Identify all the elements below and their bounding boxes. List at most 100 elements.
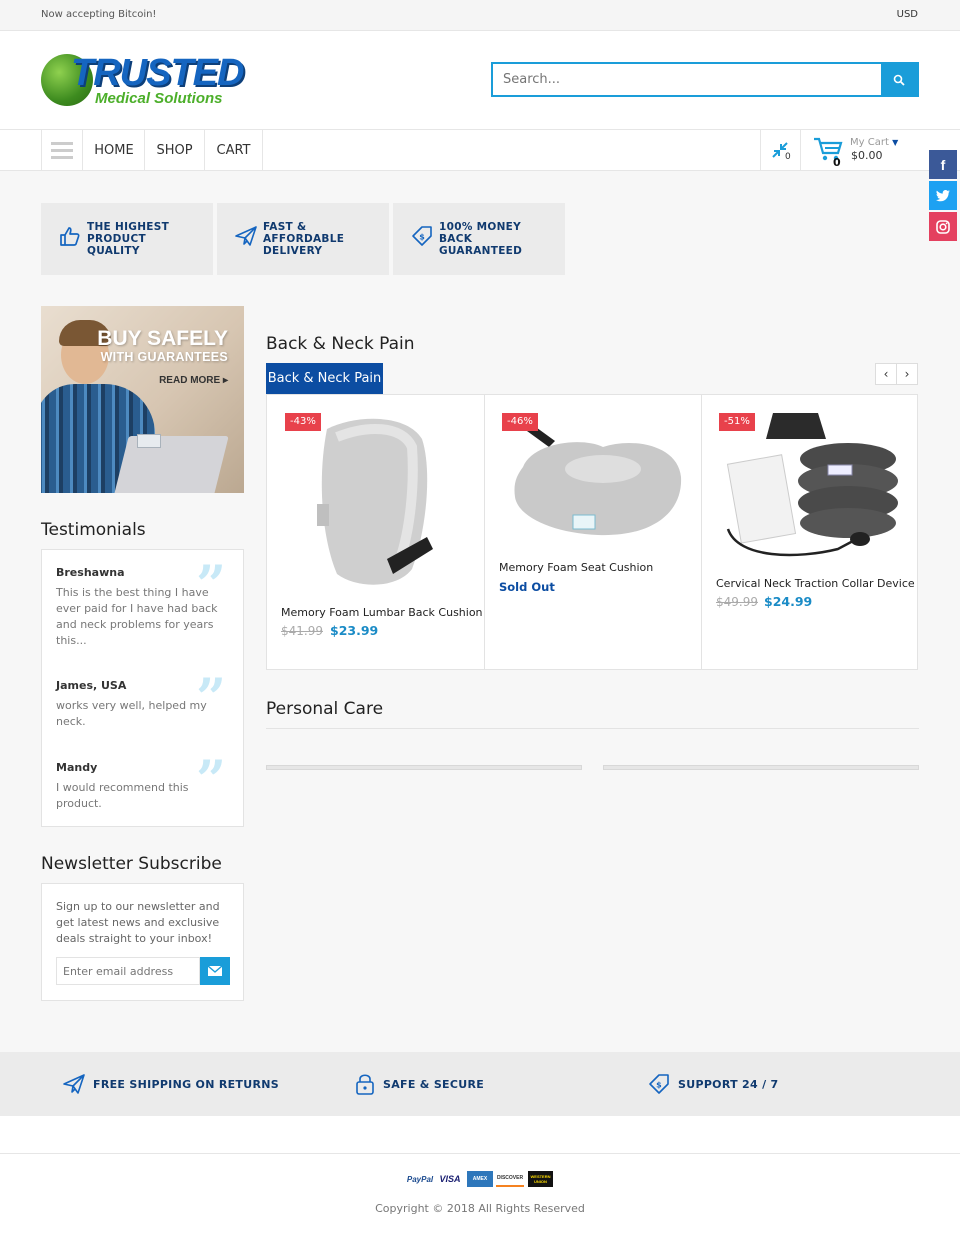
product-card[interactable]: -43% Memory Foam Lumbar Back Cushion $41… <box>267 395 485 669</box>
header: TRUSTED Medical Solutions <box>0 31 960 130</box>
personal-care-section-title: Personal Care <box>266 699 384 719</box>
footer-feature-support: $ SUPPORT 24 / 7 <box>648 1072 778 1096</box>
newsletter-title: Newsletter Subscribe <box>41 854 222 874</box>
product-carousel: -43% Memory Foam Lumbar Back Cushion $41… <box>266 394 918 670</box>
logo-main-text: TRUSTED <box>71 52 244 94</box>
product-name[interactable]: Memory Foam Seat Cushion <box>499 561 653 574</box>
footer-features: FREE SHIPPING ON RETURNS SAFE & SECURE $… <box>0 1052 960 1116</box>
mini-cart[interactable]: 0 My Cart ▼ $0.00 <box>813 135 923 169</box>
footer-feature-text: SUPPORT 24 / 7 <box>678 1077 779 1091</box>
personal-care-placeholder <box>603 765 919 770</box>
testimonial-item: ” Mandy I would recommend this product. <box>56 755 226 812</box>
top-bar: Now accepting Bitcoin! USD <box>0 0 960 31</box>
nav-item-home[interactable]: HOME <box>84 130 145 171</box>
instagram-button[interactable] <box>929 212 957 241</box>
paper-plane-icon <box>63 1074 85 1094</box>
chevron-left-icon: ‹ <box>883 367 889 381</box>
feature-money-back: $ 100% MONEY BACK GUARANTEED <box>393 203 565 275</box>
product-name[interactable]: Cervical Neck Traction Collar Device <box>716 577 915 590</box>
logo[interactable]: TRUSTED Medical Solutions <box>41 52 246 112</box>
paypal-logo: PayPal <box>406 1174 434 1184</box>
compare-count: 0 <box>785 152 791 162</box>
feature-quality-text: THE HIGHEST PRODUCT QUALITY <box>87 221 170 257</box>
cart-count: 0 <box>833 156 841 169</box>
testimonial-item: ” Breshawna This is the best thing I hav… <box>56 560 226 649</box>
search-icon <box>893 74 905 86</box>
quote-icon: ” <box>196 668 226 729</box>
product-image <box>514 425 682 536</box>
section-divider <box>266 728 919 729</box>
discover-logo: DISCOVER <box>496 1171 524 1187</box>
copyright-text: Copyright © 2018 All Rights Reserved <box>375 1202 585 1215</box>
promo-banner[interactable]: BUY SAFELY WITH GUARANTEES READ MORE ▸ <box>41 306 244 493</box>
nav-item-shop[interactable]: SHOP <box>145 130 205 171</box>
banner-credit-card <box>137 434 161 448</box>
banner-read-more[interactable]: READ MORE ▸ <box>159 375 228 386</box>
discount-badge: -51% <box>719 413 755 431</box>
thumbs-up-icon <box>60 227 80 246</box>
lock-icon <box>356 1074 374 1095</box>
product-card[interactable]: -46% Memory Foam Seat Cushion Sold Out <box>485 395 702 669</box>
newsletter-description: Sign up to our newsletter and get latest… <box>56 900 220 945</box>
footer: PayPal VISA AMEX DISCOVER WESTERN UNION … <box>0 1116 960 1238</box>
sold-out-label: Sold Out <box>499 580 555 594</box>
instagram-icon <box>936 219 950 234</box>
feature-delivery: FAST & AFFORDABLE DELIVERY <box>217 203 389 275</box>
footer-feature-text: FREE SHIPPING ON RETURNS <box>93 1077 279 1091</box>
twitter-button[interactable] <box>929 181 957 210</box>
nav-item-cart[interactable]: CART <box>205 130 263 171</box>
svg-text:$: $ <box>419 233 425 242</box>
product-image <box>726 413 898 557</box>
footer-feature-secure: SAFE & SECURE <box>355 1072 484 1096</box>
quote-icon: ” <box>196 555 226 616</box>
currency-selector[interactable]: USD <box>897 9 918 20</box>
hamburger-menu-icon[interactable] <box>41 130 83 171</box>
amex-logo: AMEX <box>467 1171 493 1187</box>
footer-feature-text: SAFE & SECURE <box>383 1077 485 1091</box>
testimonials-box: ” Breshawna This is the best thing I hav… <box>41 549 244 827</box>
cart-label: My Cart ▼ <box>850 137 899 148</box>
newsletter-box: Sign up to our newsletter and get latest… <box>41 883 244 1001</box>
money-tag-icon: $ <box>649 1074 669 1094</box>
feature-money-back-text: 100% MONEY BACK GUARANTEED <box>439 221 523 257</box>
product-image <box>317 418 433 585</box>
facebook-button[interactable]: f <box>929 150 957 179</box>
main-nav: HOME SHOP CART 0 0 My Cart ▼ $0.00 <box>0 130 960 171</box>
banner-laptop <box>113 436 229 493</box>
discount-badge: -43% <box>285 413 321 431</box>
product-name[interactable]: Memory Foam Lumbar Back Cushion <box>281 606 483 619</box>
tab-back-neck-pain[interactable]: Back & Neck Pain <box>266 363 383 394</box>
newsletter-email-input[interactable] <box>56 957 200 985</box>
money-tag-icon: $ <box>412 226 432 246</box>
svg-text:$: $ <box>656 1081 662 1090</box>
paper-plane-icon <box>235 226 257 246</box>
western-union-logo: WESTERN UNION <box>528 1171 553 1187</box>
product-price: $23.99 <box>330 623 379 638</box>
feature-delivery-text: FAST & AFFORDABLE DELIVERY <box>263 221 345 257</box>
feature-quality: THE HIGHEST PRODUCT QUALITY <box>41 203 213 275</box>
search-input[interactable] <box>493 64 881 95</box>
product-old-price: $41.99 <box>281 624 323 638</box>
cart-total: $0.00 <box>851 149 883 162</box>
newsletter-subscribe-button[interactable] <box>200 957 230 985</box>
carousel-prev-button[interactable]: ‹ <box>875 363 897 385</box>
testimonials-title: Testimonials <box>41 520 146 540</box>
footer-feature-shipping: FREE SHIPPING ON RETURNS <box>63 1072 279 1096</box>
product-card[interactable]: -51% Cervical Neck Traction Collar Devic… <box>702 395 918 669</box>
discount-badge: -46% <box>502 413 538 431</box>
back-neck-section-title: Back & Neck Pain <box>266 334 415 354</box>
chevron-right-icon: › <box>904 367 910 381</box>
testimonial-item: ” James, USA works very well, helped my … <box>56 673 226 730</box>
search-bar <box>491 62 919 97</box>
product-old-price: $49.99 <box>716 595 758 609</box>
envelope-icon <box>208 966 222 976</box>
banner-headline: BUY SAFELY <box>97 327 228 350</box>
personal-care-placeholder <box>266 765 582 770</box>
compare-button[interactable]: 0 <box>760 130 801 171</box>
banner-subheadline: WITH GUARANTEES <box>100 350 228 364</box>
search-button[interactable] <box>881 64 917 95</box>
visa-logo: VISA <box>439 1174 461 1184</box>
carousel-next-button[interactable]: › <box>896 363 918 385</box>
promo-text: Now accepting Bitcoin! <box>41 9 157 20</box>
twitter-icon <box>936 189 950 201</box>
